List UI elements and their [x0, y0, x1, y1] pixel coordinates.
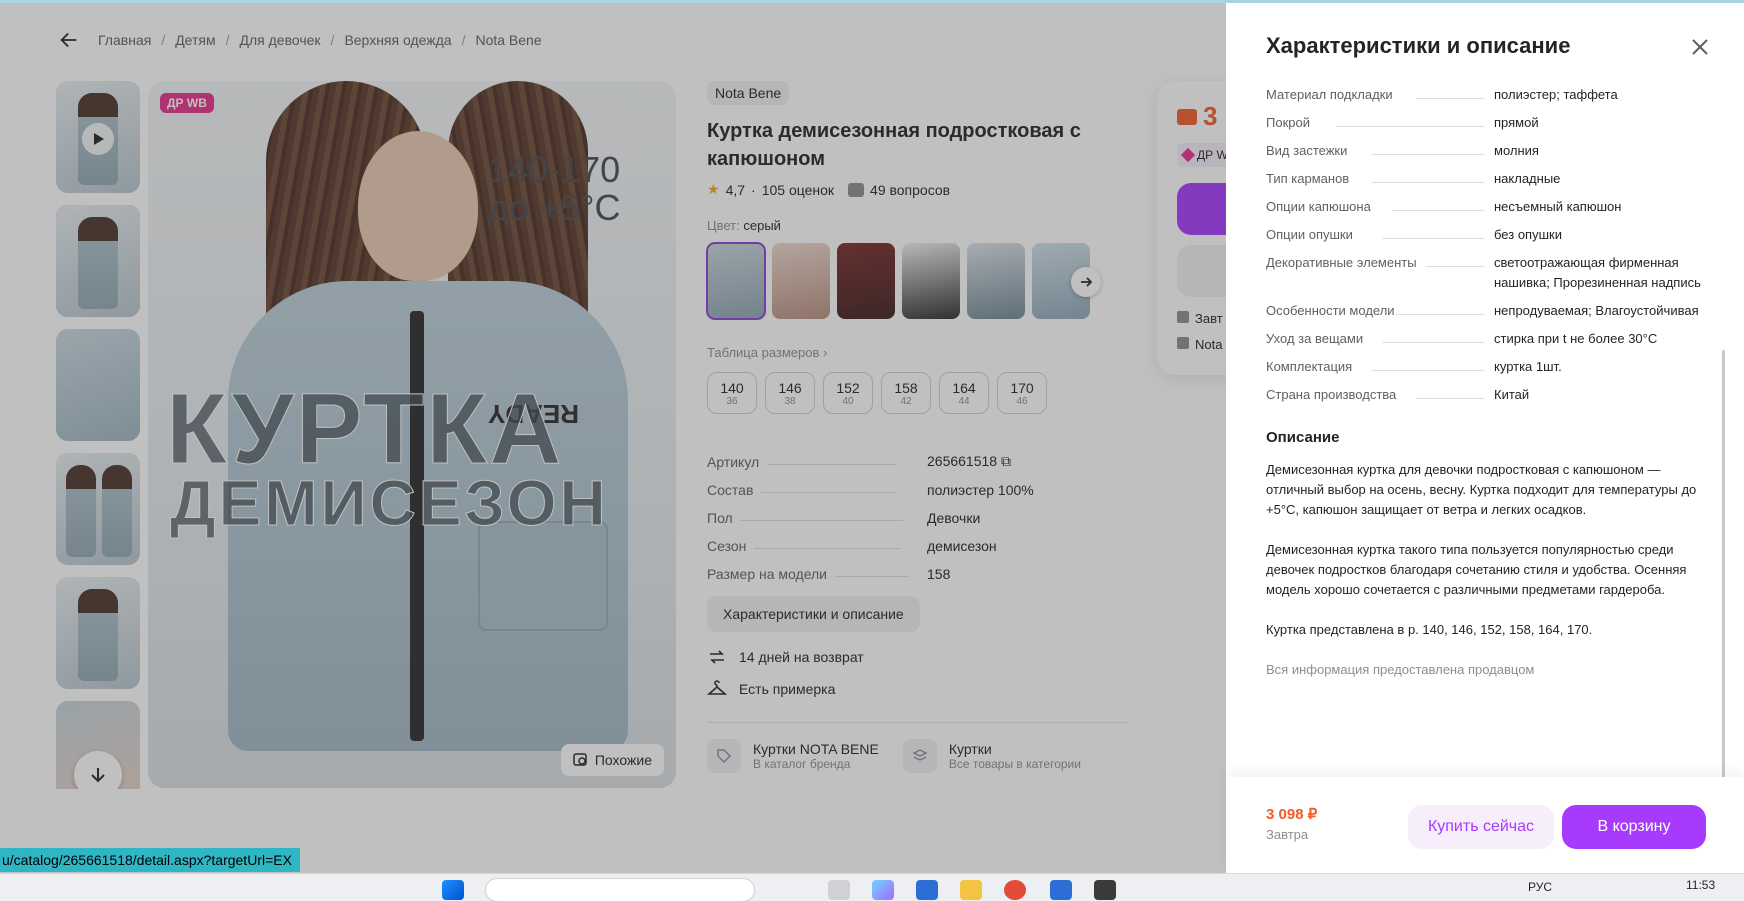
footer-price: 3 098 ₽: [1266, 806, 1318, 823]
modal-backdrop[interactable]: [0, 0, 1226, 873]
footer-delivery-date: Завтра: [1266, 827, 1309, 842]
folder-icon[interactable]: [960, 880, 982, 900]
char-row: Опции опушки без опушки: [1266, 227, 1562, 242]
char-row: Комплектация куртка 1шт.: [1266, 359, 1562, 374]
char-row: Опции капюшона несъемный капюшон: [1266, 199, 1622, 214]
panel-content[interactable]: Материал подкладки полиэстер; таффета Пок…: [1266, 81, 1706, 781]
panel-title: Характеристики и описание: [1266, 33, 1571, 58]
close-icon[interactable]: [1688, 35, 1712, 59]
app-icon[interactable]: [872, 880, 894, 900]
char-row: Вид застежки молния: [1266, 143, 1539, 158]
char-row: Декоративные элементы светоотражающая фир…: [1266, 255, 1701, 290]
char-row: Материал подкладки полиэстер; таффета: [1266, 87, 1618, 102]
clock[interactable]: 11:53: [1686, 878, 1715, 892]
app-icon[interactable]: [828, 880, 850, 900]
add-to-cart-button[interactable]: В корзину: [1562, 805, 1706, 849]
status-url: u/catalog/265661518/detail.aspx?targetUr…: [0, 848, 300, 872]
char-row: Страна производства Китай: [1266, 387, 1530, 402]
char-row: Тип карманов накладные: [1266, 171, 1561, 186]
terminal-icon[interactable]: [1094, 880, 1116, 900]
char-row: Покрой прямой: [1266, 115, 1539, 130]
description-title: Описание: [1266, 429, 1340, 446]
app-icon[interactable]: [916, 880, 938, 900]
browser-icon[interactable]: [1004, 880, 1026, 900]
char-row: Уход за вещами стирка при t не более 30°C: [1266, 331, 1658, 346]
windows-start-icon[interactable]: [442, 880, 464, 900]
description-text: Демисезонная куртка для девочки подростк…: [1266, 460, 1706, 680]
seller-note: Вся информация предоставлена продавцом: [1266, 662, 1535, 677]
app-icon[interactable]: [1050, 880, 1072, 900]
language-indicator[interactable]: РУС: [1528, 880, 1552, 894]
taskbar: РУС 11:53: [0, 873, 1744, 901]
panel-scrollbar[interactable]: [1722, 350, 1725, 780]
characteristics-panel: Характеристики и описание Материал подкл…: [1226, 3, 1744, 873]
buy-now-button[interactable]: Купить сейчас: [1408, 805, 1554, 849]
taskbar-search[interactable]: [485, 878, 755, 901]
char-row: Особенности модели непродуваемая; Влагоус…: [1266, 303, 1699, 318]
panel-footer: 3 098 ₽ Завтра Купить сейчас В корзину: [1226, 777, 1744, 873]
